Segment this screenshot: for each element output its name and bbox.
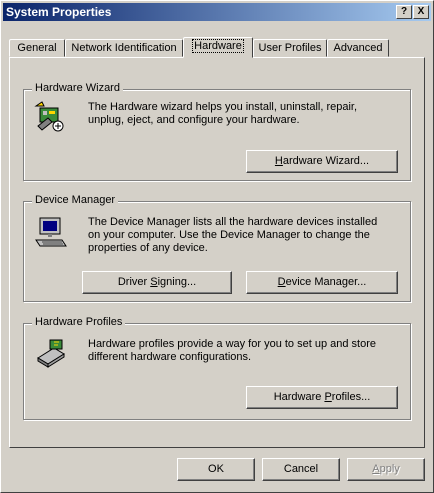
tab-network-identification[interactable]: Network Identification <box>65 39 183 57</box>
hardware-wizard-group: Hardware Wizard The Hardware wizard help… <box>23 82 411 181</box>
hardware-wizard-group-title: Hardware Wizard <box>32 82 123 94</box>
computer-icon <box>34 216 68 253</box>
device-manager-group-title: Device Manager <box>32 194 119 206</box>
driver-signing-button[interactable]: Driver Signing... <box>82 271 232 294</box>
hardware-profiles-description: Hardware profiles provide a way for you … <box>88 338 376 363</box>
close-button[interactable]: X <box>413 5 429 19</box>
ok-button[interactable]: OK <box>177 458 255 481</box>
hardware-wizard-icon <box>34 100 68 137</box>
cancel-button[interactable]: Cancel <box>262 458 340 481</box>
tab-general[interactable]: General <box>9 39 65 57</box>
tab-user-profiles[interactable]: User Profiles <box>253 39 327 57</box>
hardware-profiles-group-title: Hardware Profiles <box>32 316 126 328</box>
system-properties-window: System Properties ? X General Network Id… <box>0 0 434 493</box>
hardware-profiles-button[interactable]: Hardware Profiles... <box>246 386 398 409</box>
hardware-profiles-group: Hardware Profiles Hardware profiles prov… <box>23 316 411 420</box>
device-manager-description: The Device Manager lists all the hardwar… <box>88 216 378 254</box>
help-button[interactable]: ? <box>396 5 412 19</box>
device-manager-button[interactable]: Device Manager... <box>246 271 398 294</box>
device-manager-group: Device Manager The Device Manager lists … <box>23 194 411 302</box>
hardware-profiles-icon <box>34 336 68 373</box>
hardware-wizard-description: The Hardware wizard helps you install, u… <box>88 101 358 126</box>
hardware-wizard-button[interactable]: Hardware Wizard... <box>246 150 398 173</box>
apply-button[interactable]: Apply <box>347 458 425 481</box>
window-title: System Properties <box>6 5 112 19</box>
title-bar[interactable]: System Properties ? X <box>3 3 431 21</box>
tab-advanced[interactable]: Advanced <box>327 39 389 57</box>
tab-hardware[interactable]: Hardware <box>183 37 253 58</box>
